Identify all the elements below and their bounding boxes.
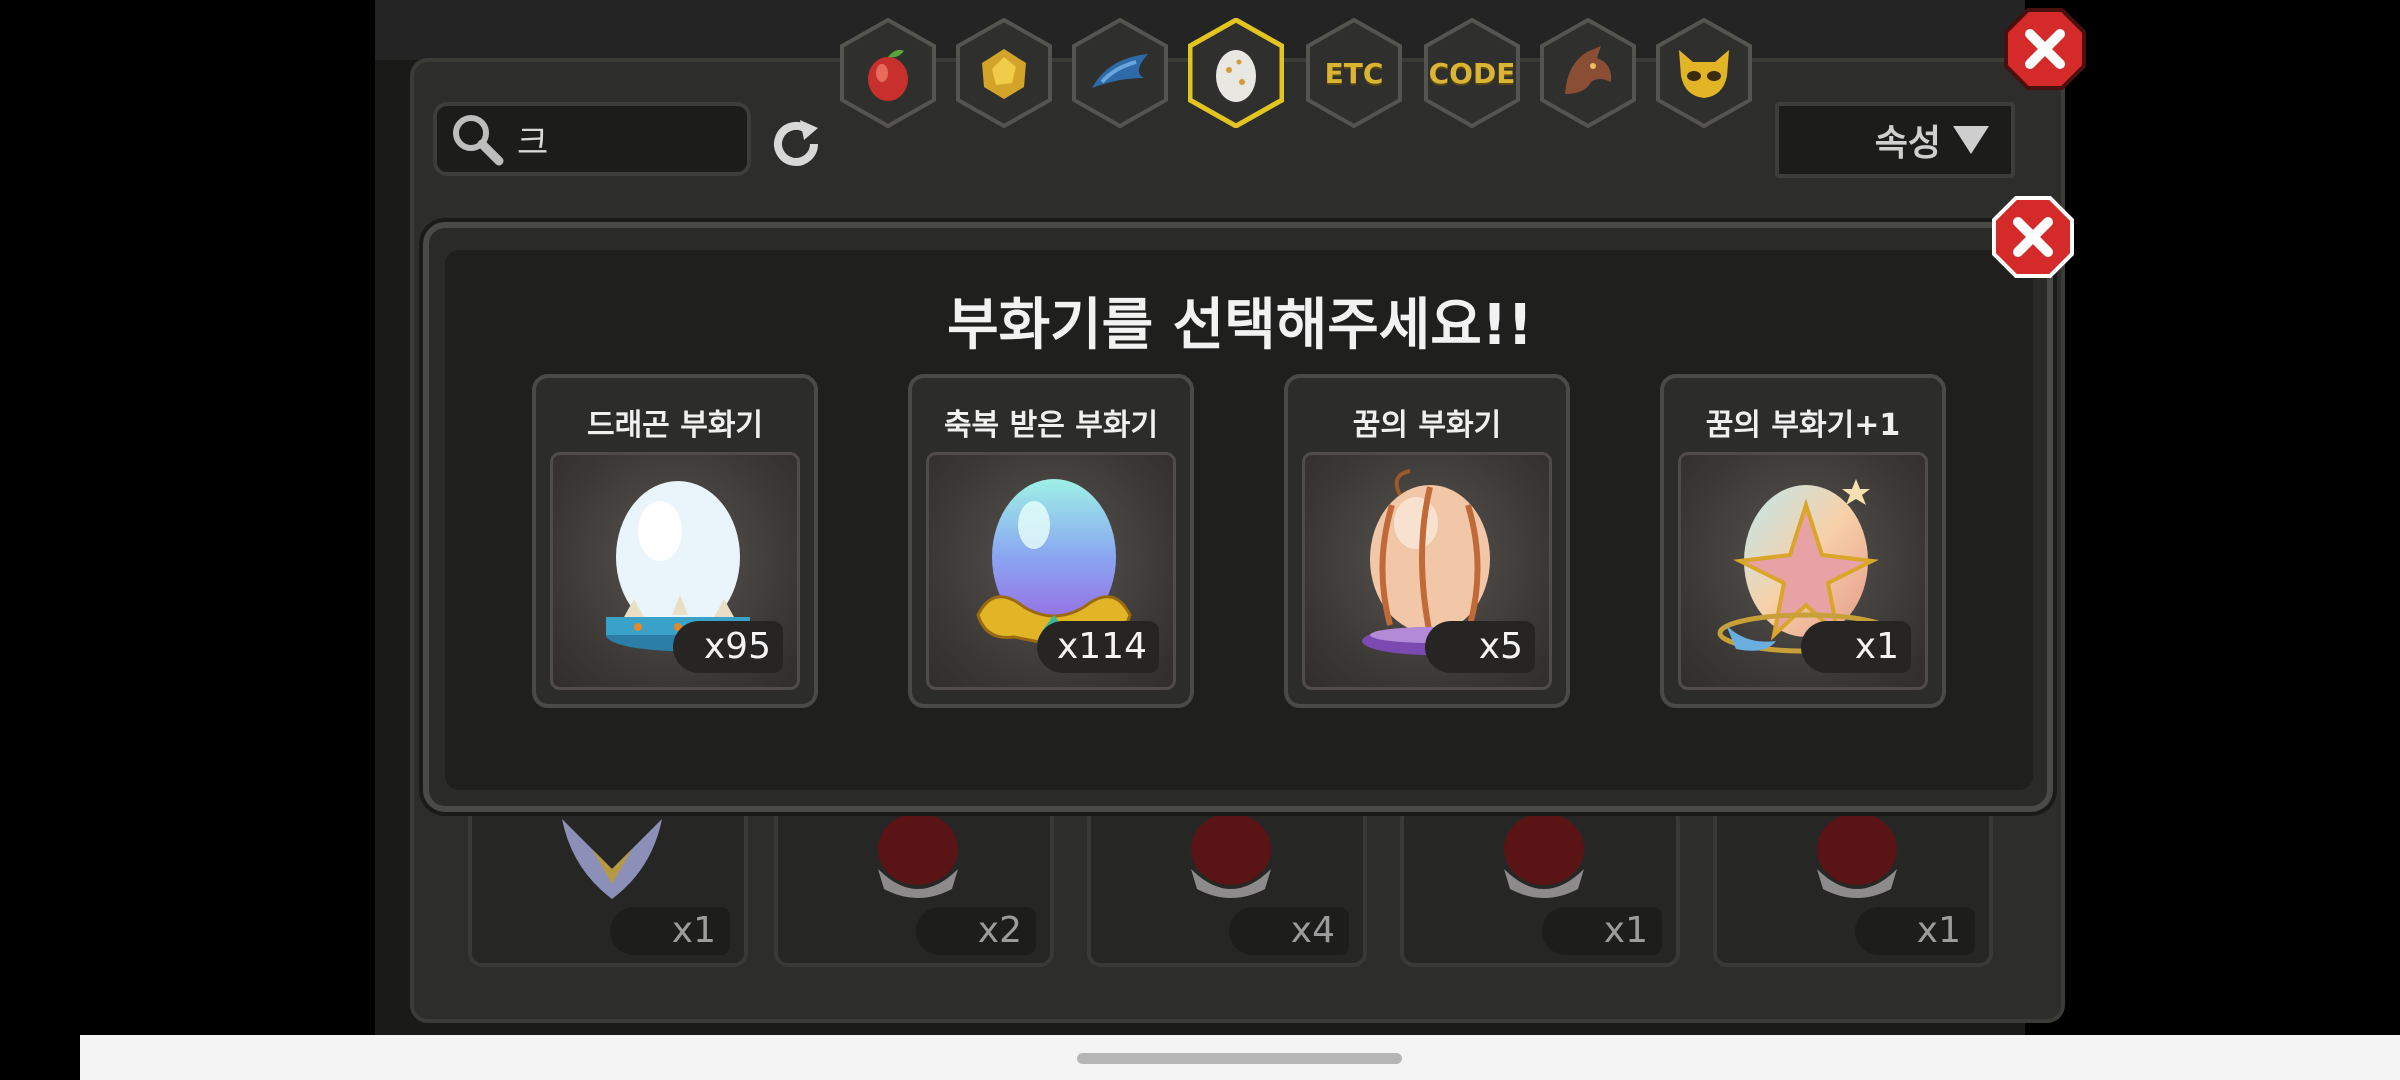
- winged-emblem-icon: [562, 819, 662, 899]
- incubator-count: x5: [1425, 621, 1535, 673]
- search-icon: [453, 115, 504, 166]
- close-icon: [1992, 196, 2074, 278]
- incubator-count: x114: [1036, 621, 1159, 673]
- inventory-slot[interactable]: x1: [1713, 805, 1993, 967]
- inventory-slot[interactable]: x2: [774, 805, 1054, 967]
- close-dialog-button[interactable]: [1992, 196, 2074, 278]
- incubator-image: x95: [550, 452, 800, 690]
- incubator-name: 드래곤 부화기: [586, 408, 764, 443]
- search-query: 크: [517, 122, 549, 163]
- incubator-name: 축복 받은 부화기: [943, 408, 1159, 443]
- dark-egg-icon: [1817, 813, 1897, 898]
- attribute-filter-dropdown[interactable]: 속성: [1775, 102, 2015, 178]
- incubator-image: x5: [1302, 452, 1552, 690]
- dark-egg-icon: [1504, 813, 1584, 898]
- incubator-name: 꿈의 부화기: [1352, 408, 1502, 443]
- egg-icon: [1216, 50, 1256, 102]
- fruit-icon: [868, 49, 908, 101]
- dark-egg-icon: [1191, 813, 1271, 898]
- incubator-name: 꿈의 부화기+1: [1705, 408, 1901, 443]
- inventory-slot[interactable]: x1: [1400, 805, 1680, 967]
- dropdown-arrow-icon: [1953, 126, 1989, 154]
- incubator-card-dream-plus[interactable]: 꿈의 부화기+1 x1: [1660, 374, 1946, 708]
- search-input[interactable]: 크: [433, 102, 751, 176]
- incubator-image: x114: [926, 452, 1176, 690]
- tab-blue-tail[interactable]: [1072, 18, 1168, 128]
- etc-icon: ETC: [1324, 56, 1384, 90]
- incubator-image: x1: [1678, 452, 1928, 690]
- inventory-slot[interactable]: x1: [468, 805, 748, 967]
- tab-dragon-head[interactable]: [1540, 18, 1636, 128]
- tab-etc[interactable]: ETC: [1306, 18, 1402, 128]
- refresh-button[interactable]: [768, 116, 824, 172]
- tab-fruit[interactable]: [840, 18, 936, 128]
- mask-icon: [1679, 50, 1729, 98]
- close-icon: [2004, 8, 2086, 90]
- home-gesture-handle[interactable]: [1077, 1053, 1402, 1064]
- gold-ore-icon: [982, 49, 1026, 99]
- tab-egg[interactable]: [1188, 18, 1284, 128]
- incubator-card-blessed[interactable]: 축복 받은 부화기 x114: [908, 374, 1194, 708]
- tab-mask[interactable]: [1656, 18, 1752, 128]
- tab-code[interactable]: CODE: [1424, 18, 1520, 128]
- code-icon: CODE: [1428, 56, 1516, 90]
- incubator-card-dragon[interactable]: 드래곤 부화기 x95: [532, 374, 818, 708]
- incubator-count: x1: [1801, 621, 1911, 673]
- incubator-card-dream[interactable]: 꿈의 부화기 x5: [1284, 374, 1570, 708]
- incubator-count: x95: [673, 621, 783, 673]
- refresh-icon: [774, 120, 818, 166]
- tab-gold-ore[interactable]: [956, 18, 1052, 128]
- dark-egg-icon: [878, 813, 958, 898]
- dragon-head-icon: [1565, 46, 1612, 94]
- close-window-button[interactable]: [2004, 8, 2086, 90]
- inventory-slot[interactable]: x4: [1087, 805, 1367, 967]
- dialog-title: 부화기를 선택해주세요!!: [947, 293, 1533, 358]
- blue-tail-icon: [1092, 54, 1148, 88]
